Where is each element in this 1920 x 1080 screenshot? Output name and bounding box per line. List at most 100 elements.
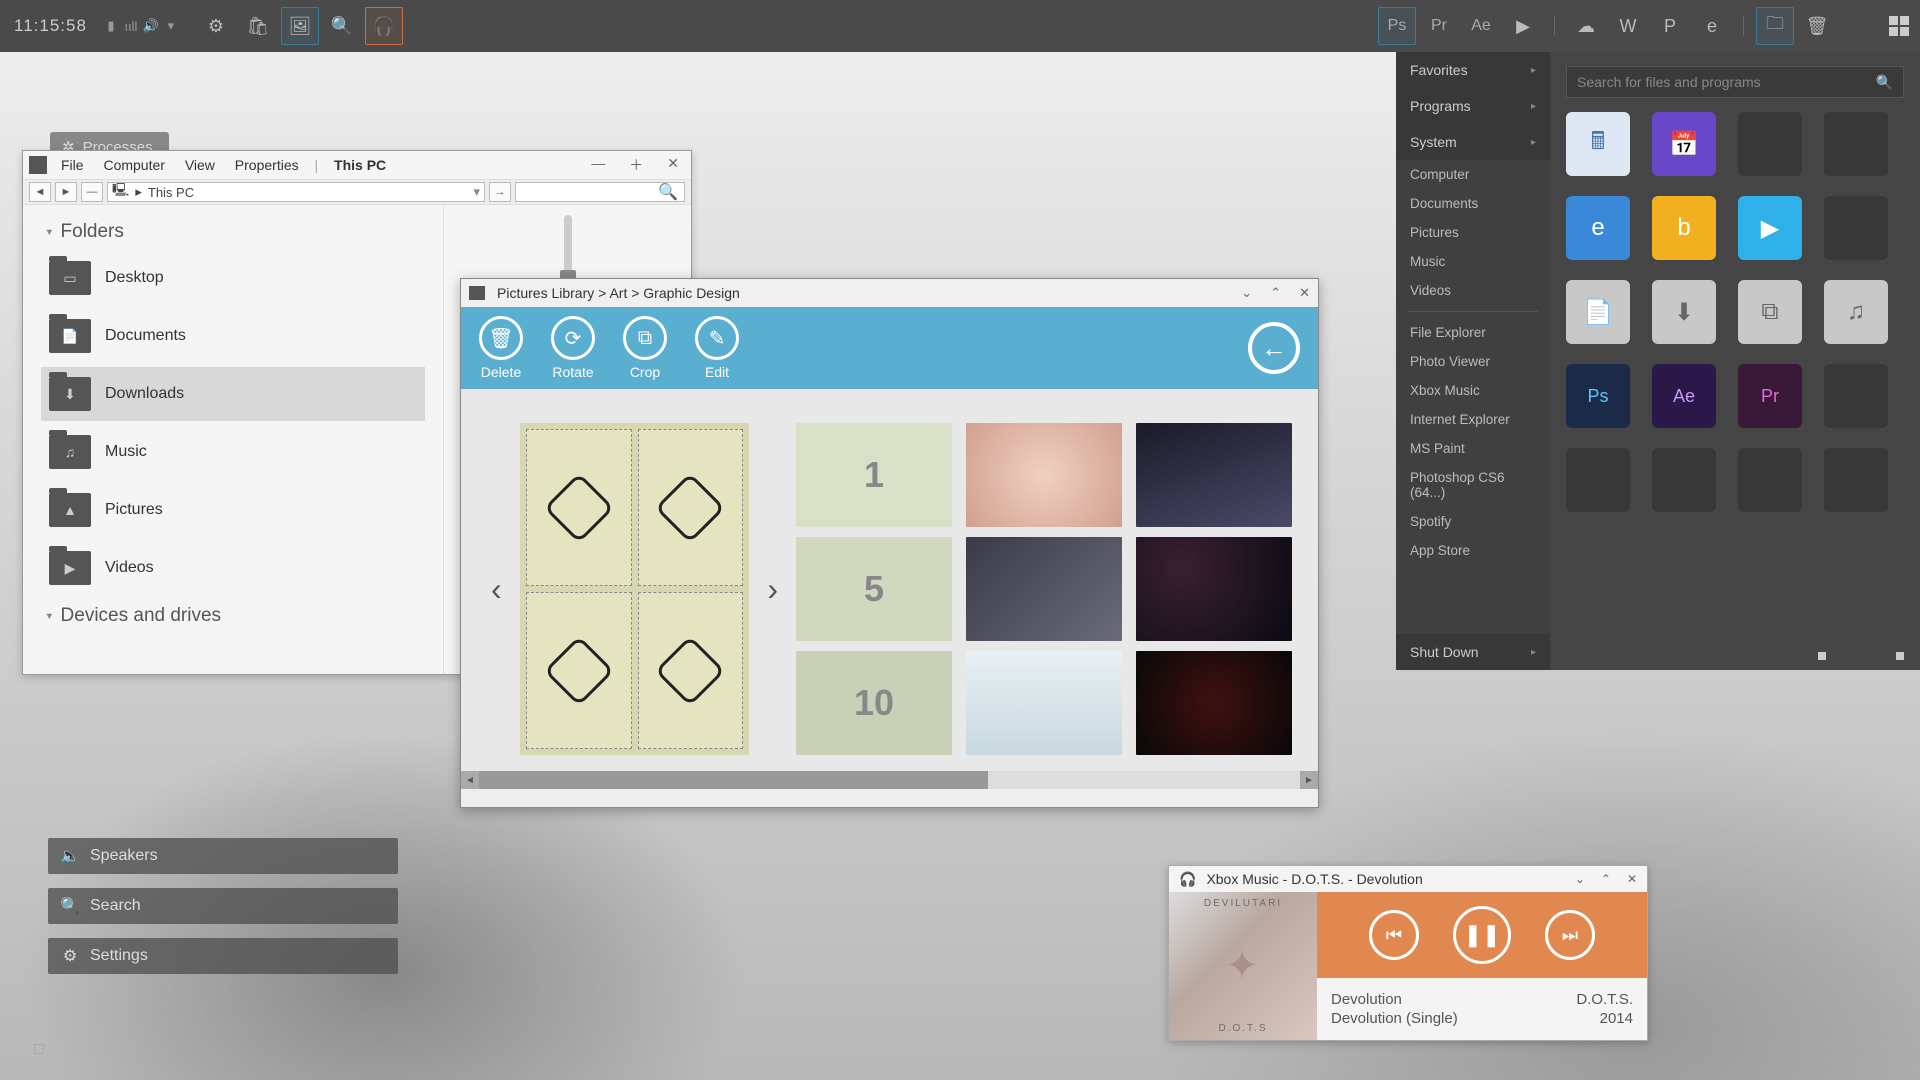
next-track-button[interactable]: ⏭ [1545, 910, 1595, 960]
nav-forward-button[interactable]: ► [55, 182, 77, 202]
start-search-input[interactable]: Search for files and programs 🔍 [1566, 66, 1904, 98]
close-button[interactable]: ✕ [661, 155, 685, 175]
thumbnail[interactable] [1136, 537, 1292, 641]
crop-button[interactable]: ⧉Crop [623, 316, 667, 380]
store-icon[interactable]: 🛍 [239, 7, 277, 45]
thumbnail[interactable]: 1 [796, 423, 952, 527]
group-devices[interactable]: Devices and drives [41, 599, 425, 631]
start-app[interactable]: File Explorer [1396, 318, 1550, 347]
start-system[interactable]: System▸ [1396, 124, 1550, 160]
speakers-pill[interactable]: 🔈Speakers [48, 838, 398, 874]
tile-empty[interactable] [1566, 448, 1630, 512]
next-image-button[interactable]: › [763, 571, 782, 608]
tile-bing[interactable]: b [1652, 196, 1716, 260]
thumbnail[interactable]: 5 [796, 537, 952, 641]
prev-track-button[interactable]: ⏮ [1369, 910, 1419, 960]
signal-icon[interactable]: ııll [123, 16, 139, 36]
tile-calculator[interactable]: 🖩 [1566, 112, 1630, 176]
ie-icon[interactable]: e [1693, 7, 1731, 45]
close-button[interactable]: ✕ [1299, 285, 1310, 301]
tile-copy[interactable]: ⧉ [1738, 280, 1802, 344]
start-app[interactable]: App Store [1396, 536, 1550, 565]
pause-button[interactable]: ❚❚ [1453, 906, 1511, 964]
play-icon[interactable]: ▶ [1504, 7, 1542, 45]
page-dot[interactable] [1818, 652, 1826, 660]
page-dot[interactable] [1896, 652, 1904, 660]
edit-button[interactable]: ✎Edit [695, 316, 739, 380]
dropdown-icon[interactable]: ▾ [163, 16, 179, 36]
start-app[interactable]: Xbox Music [1396, 376, 1550, 405]
folder-desktop[interactable]: ▭Desktop [41, 251, 425, 305]
menu-file[interactable]: File [53, 157, 92, 173]
start-app[interactable]: MS Paint [1396, 434, 1550, 463]
back-button[interactable]: ← [1248, 322, 1300, 374]
start-shutdown[interactable]: Shut Down▸ [1396, 634, 1550, 670]
thumbnail[interactable] [966, 537, 1122, 641]
start-place-music[interactable]: Music [1396, 247, 1550, 276]
start-place-videos[interactable]: Videos [1396, 276, 1550, 305]
tile-empty[interactable] [1824, 196, 1888, 260]
tile-empty[interactable] [1824, 364, 1888, 428]
app-photoshop-icon[interactable]: Ps [1378, 7, 1416, 45]
maximize-button[interactable]: ⌃ [1601, 872, 1611, 886]
folder-music[interactable]: ♫Music [41, 425, 425, 479]
scroll-right-icon[interactable]: ► [1300, 771, 1318, 789]
menu-properties[interactable]: Properties [227, 157, 307, 173]
scroll-left-icon[interactable]: ◄ [461, 771, 479, 789]
menu-computer[interactable]: Computer [95, 157, 172, 173]
address-bar[interactable]: 🖳 ▸ This PC ▾ [107, 182, 485, 202]
start-button-icon[interactable] [1880, 7, 1918, 45]
tile-aftereffects[interactable]: Ae [1652, 364, 1716, 428]
rotate-button[interactable]: ⟳Rotate [551, 316, 595, 380]
delete-button[interactable]: 🗑Delete [479, 316, 523, 380]
thumbnail[interactable] [1136, 423, 1292, 527]
nav-back-button[interactable]: ◄ [29, 182, 51, 202]
search-icon[interactable]: 🔍 [323, 7, 361, 45]
tile-empty[interactable] [1652, 448, 1716, 512]
battery-icon[interactable]: ▮ [103, 16, 119, 36]
trash-icon[interactable]: 🗑 [1798, 7, 1836, 45]
folder-documents[interactable]: 📄Documents [41, 309, 425, 363]
volume-icon[interactable]: 🔊 [143, 16, 159, 36]
prev-image-button[interactable]: ‹ [487, 571, 506, 608]
app-premiere-icon[interactable]: Pr [1420, 7, 1458, 45]
breadcrumb[interactable]: Pictures Library > Art > Graphic Design [497, 285, 740, 301]
tile-photoshop[interactable]: Ps [1566, 364, 1630, 428]
start-programs[interactable]: Programs▸ [1396, 88, 1550, 124]
tile-empty[interactable] [1824, 112, 1888, 176]
settings-gear-icon[interactable]: ⚙ [197, 7, 235, 45]
minimize-button[interactable]: ⌄ [1575, 872, 1585, 886]
thumbnail[interactable] [966, 423, 1122, 527]
start-app[interactable]: Spotify [1396, 507, 1550, 536]
thumbnail[interactable] [966, 651, 1122, 755]
tile-video[interactable]: ▶ [1738, 196, 1802, 260]
word-icon[interactable]: W [1609, 7, 1647, 45]
go-button[interactable]: → [489, 182, 511, 202]
maximize-button[interactable]: ⌃ [1270, 285, 1281, 301]
tile-premiere[interactable]: Pr [1738, 364, 1802, 428]
tile-ie[interactable]: e [1566, 196, 1630, 260]
start-favorites[interactable]: Favorites▸ [1396, 52, 1550, 88]
gallery-scrollbar[interactable]: ◄ ► [461, 771, 1318, 789]
minimize-button[interactable]: ― [585, 155, 611, 175]
cloud-icon[interactable]: ☁ [1567, 7, 1605, 45]
maximize-button[interactable]: ＋ [623, 155, 649, 175]
minimize-button[interactable]: ⌄ [1241, 285, 1252, 301]
start-place-documents[interactable]: Documents [1396, 189, 1550, 218]
explorer-search[interactable]: 🔍 [515, 182, 685, 202]
folder-pictures[interactable]: ▲Pictures [41, 483, 425, 537]
tile-documents[interactable]: 📄 [1566, 280, 1630, 344]
tile-calendar[interactable]: 📅 [1652, 112, 1716, 176]
start-app[interactable]: Internet Explorer [1396, 405, 1550, 434]
chevron-down-icon[interactable]: ▾ [473, 184, 480, 200]
folder-downloads[interactable]: ⬇Downloads [41, 367, 425, 421]
folder-videos[interactable]: ▶Videos [41, 541, 425, 595]
group-folders[interactable]: Folders [41, 215, 425, 247]
start-app[interactable]: Photo Viewer [1396, 347, 1550, 376]
settings-pill[interactable]: ⚙Settings [48, 938, 398, 974]
tile-empty[interactable] [1738, 112, 1802, 176]
tile-empty[interactable] [1738, 448, 1802, 512]
menu-view[interactable]: View [177, 157, 223, 173]
tile-empty[interactable] [1824, 448, 1888, 512]
folder-icon[interactable]: 🗀 [1756, 7, 1794, 45]
